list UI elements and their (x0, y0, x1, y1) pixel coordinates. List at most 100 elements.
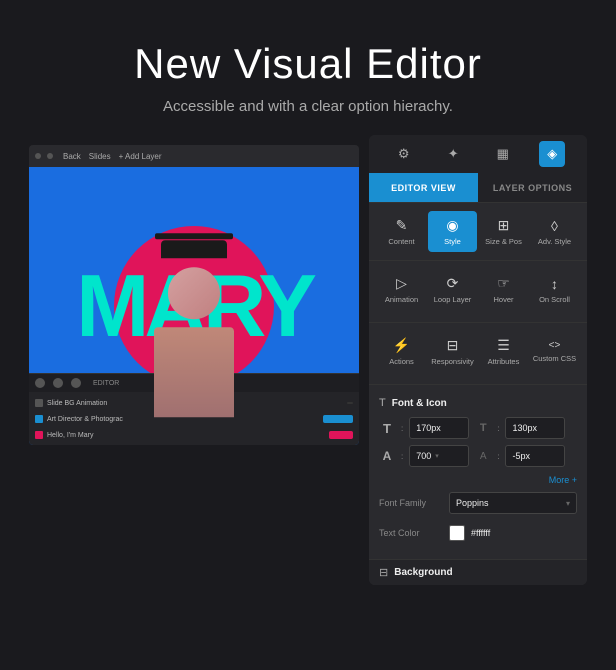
fontweight-arrow: ▾ (435, 452, 439, 460)
looplayer-label: Loop Layer (434, 295, 472, 304)
font-icon-section: T Font & Icon T : 170px T : 130px A : (369, 389, 587, 559)
fontweight-left-icon: A (379, 449, 395, 463)
layer-icon (35, 415, 43, 423)
panel-tabs: EDITOR VIEW LAYER OPTIONS (369, 173, 587, 203)
responsivity-label: Responsivity (431, 357, 474, 366)
content-icon: ✎ (396, 217, 408, 234)
tab-editor-view[interactable]: EDITOR VIEW (369, 173, 478, 202)
fontweight-value: 700 (416, 451, 431, 461)
right-panel: ⚙ ✦ ▦ ◈ EDITOR VIEW LAYER OPTIONS ✎ Cont… (369, 135, 587, 585)
panel-icon-transform[interactable]: ✦ (440, 141, 466, 167)
background-section-header: ⊟ Background (369, 559, 587, 585)
onscroll-label: On Scroll (539, 295, 570, 304)
layer-icon (35, 431, 43, 439)
section-btn-hover[interactable]: ☞ Hover (479, 269, 528, 310)
style-label: Style (444, 237, 461, 246)
topbar-back[interactable]: Back (63, 152, 81, 161)
text-color-label: Text Color (379, 528, 441, 538)
divider-2 (369, 322, 587, 323)
section-btn-advstyle[interactable]: ◊ Adv. Style (530, 211, 579, 252)
section-btn-actions[interactable]: ⚡ Actions (377, 331, 426, 372)
letterspacing-icon: A (475, 451, 491, 462)
topbar-dot-2 (47, 153, 53, 159)
bg-section-icon: ⊟ (379, 566, 388, 579)
hat-brim (155, 233, 233, 239)
divider-1 (369, 260, 587, 261)
actions-label: Actions (389, 357, 414, 366)
fontsize-left-value: 170px (416, 423, 441, 433)
font-family-label: Font Family (379, 498, 441, 508)
section-buttons-row1: ✎ Content ◉ Style ⊞ Size & Pos ◊ Adv. St… (369, 203, 587, 256)
fontsize-left-icon: T (379, 421, 395, 436)
animation-label: Animation (385, 295, 418, 304)
layer-bar (329, 431, 353, 439)
topbar-add-layer[interactable]: + Add Layer (119, 152, 162, 161)
hero-title: New Visual Editor (60, 40, 556, 88)
attributes-icon: ☰ (497, 337, 510, 354)
advstyle-label: Adv. Style (538, 237, 571, 246)
section-btn-responsivity[interactable]: ⊟ Responsivity (428, 331, 477, 372)
editor-topbar: Back Slides + Add Layer (29, 145, 359, 167)
panel-icon-settings[interactable]: ⚙ (391, 141, 417, 167)
panel-icon-layers[interactable]: ▦ (490, 141, 516, 167)
hover-icon: ☞ (497, 275, 510, 292)
looplayer-icon: ⟳ (447, 275, 459, 292)
layers-icon-3 (71, 378, 81, 388)
text-color-control: #ffffff (449, 525, 577, 541)
section-btn-onscroll[interactable]: ↕ On Scroll (530, 269, 579, 310)
customcss-label: Custom CSS (533, 354, 576, 363)
text-color-row: Text Color #ffffff (379, 521, 577, 545)
topbar-slides[interactable]: Slides (89, 152, 111, 161)
portrait-body (154, 327, 234, 417)
section-btn-sizepos[interactable]: ⊞ Size & Pos (479, 211, 528, 252)
bg-icon-wrapper: ⊟ (379, 566, 388, 579)
hero-section: New Visual Editor Accessible and with a … (0, 0, 616, 135)
hover-label: Hover (493, 295, 513, 304)
panel-icon-style[interactable]: ◈ (539, 141, 565, 167)
list-item[interactable]: Hello, I'm Mary (35, 428, 353, 442)
divider-3 (369, 384, 587, 385)
text-color-swatch[interactable] (449, 525, 465, 541)
animation-icon: ▷ (396, 275, 407, 292)
style-icon: ◉ (446, 217, 458, 234)
layers-icon-1 (35, 378, 45, 388)
section-buttons-row3: ⚡ Actions ⊟ Responsivity ☰ Attributes <>… (369, 327, 587, 380)
layers-icon-2 (53, 378, 63, 388)
font-family-value: Poppins (456, 498, 489, 508)
editor-preview: Back Slides + Add Layer MARY ED (29, 145, 359, 445)
fontweight-row: A : 700 ▾ A : -5px (379, 445, 577, 467)
onscroll-icon: ↕ (551, 276, 558, 292)
section-btn-animation[interactable]: ▷ Animation (377, 269, 426, 310)
panel-icons-row: ⚙ ✦ ▦ ◈ (369, 135, 587, 173)
section-btn-looplayer[interactable]: ⟳ Loop Layer (428, 269, 477, 310)
fontweight-input[interactable]: 700 ▾ (409, 445, 469, 467)
actions-icon: ⚡ (393, 337, 410, 354)
fontsize-right-input[interactable]: 130px (505, 417, 565, 439)
font-icon-header-icon: T (379, 397, 386, 409)
tab-layer-options[interactable]: LAYER OPTIONS (478, 173, 587, 202)
more-link[interactable]: More + (379, 473, 577, 491)
letterspacing-input[interactable]: -5px (505, 445, 565, 467)
canvas-portrait (134, 229, 254, 389)
layer-bar (323, 415, 353, 423)
section-buttons-row2: ▷ Animation ⟳ Loop Layer ☞ Hover ↕ On Sc… (369, 265, 587, 318)
hero-subtitle: Accessible and with a clear option hiera… (60, 98, 556, 115)
section-btn-style[interactable]: ◉ Style (428, 211, 477, 252)
fontsize-left-input[interactable]: 170px (409, 417, 469, 439)
letterspacing-separator: : (497, 452, 499, 461)
section-btn-attributes[interactable]: ☰ Attributes (479, 331, 528, 372)
section-btn-customcss[interactable]: <> Custom CSS (530, 331, 579, 372)
advstyle-icon: ◊ (551, 218, 558, 234)
fontsize-right-separator: : (497, 424, 499, 433)
section-btn-content[interactable]: ✎ Content (377, 211, 426, 252)
topbar-dot-1 (35, 153, 41, 159)
bg-section-label: Background (394, 567, 452, 578)
font-family-select[interactable]: Poppins ▾ (449, 492, 577, 514)
font-icon-header-label: Font & Icon (392, 398, 447, 409)
font-family-arrow: ▾ (566, 499, 570, 508)
portrait-head (168, 267, 220, 319)
font-icon-header: T Font & Icon (379, 397, 577, 409)
fontsize-right-value: 130px (512, 423, 537, 433)
font-size-row: T : 170px T : 130px (379, 417, 577, 439)
sizepos-icon: ⊞ (498, 217, 510, 234)
